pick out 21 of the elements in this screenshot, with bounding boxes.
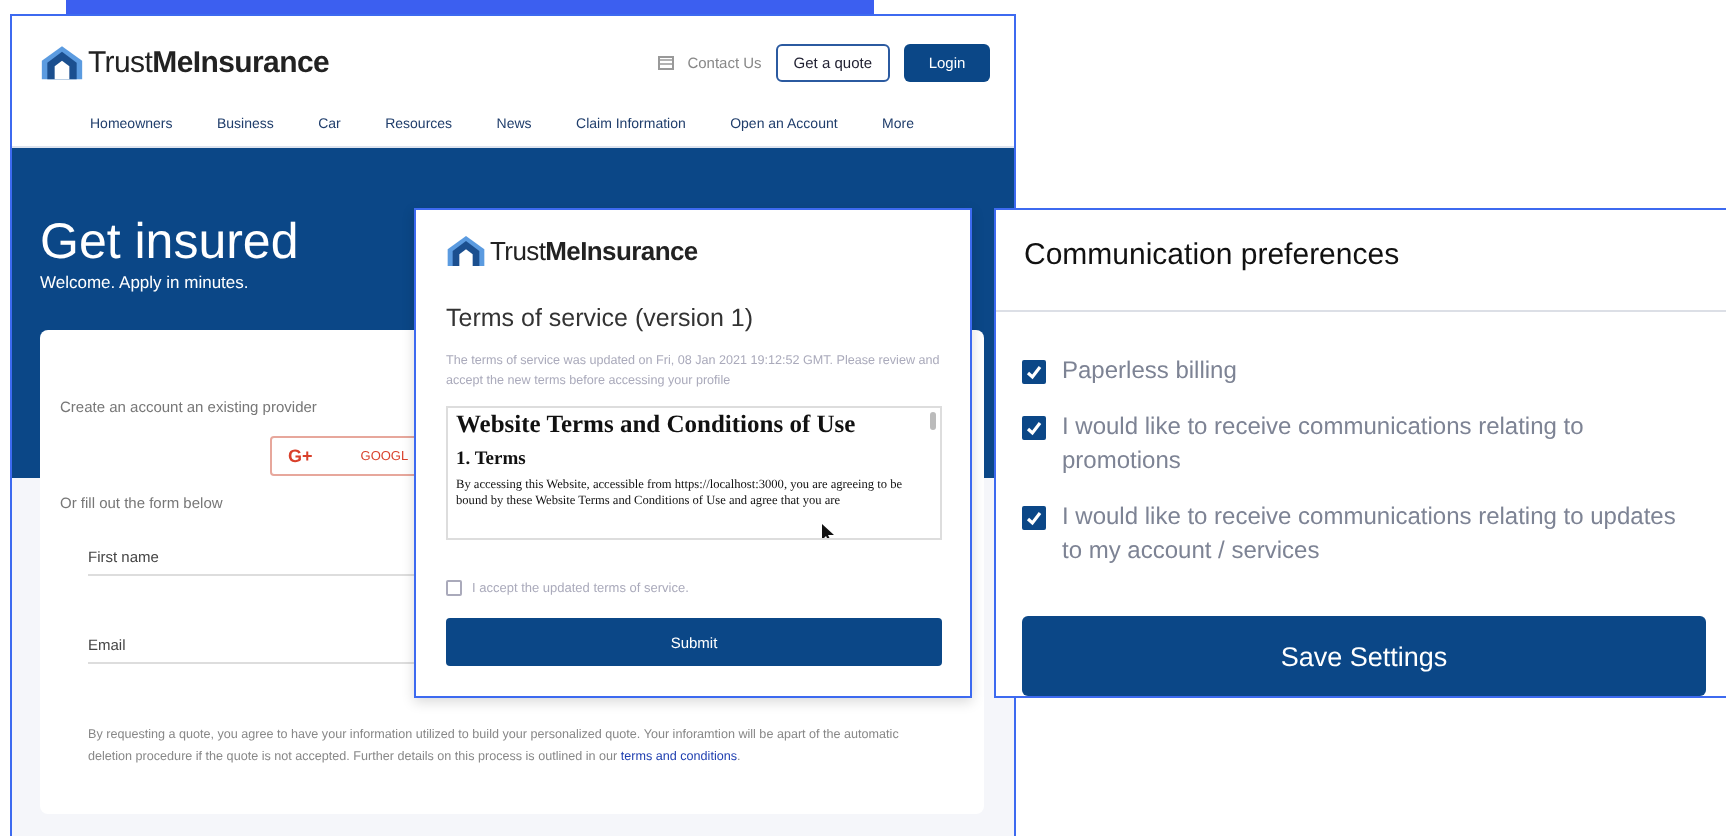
preference-label: I would like to receive communications relating to promotions: [1062, 410, 1586, 478]
dialog-title: Terms of service (version 1): [446, 304, 756, 332]
pointer-cursor-icon: [822, 524, 834, 538]
mail-icon: [657, 55, 674, 69]
preference-checkbox[interactable]: [1022, 506, 1046, 530]
house-logo-icon: [40, 43, 84, 81]
save-button[interactable]: Save Settings: [1022, 616, 1706, 696]
terms-document[interactable]: [446, 406, 942, 540]
hero-title: Get insured: [40, 214, 299, 270]
house-logo-icon: [446, 234, 486, 268]
preference-label: Paperless billing: [1062, 354, 1237, 388]
accept-checkbox[interactable]: [446, 580, 462, 596]
brand-logo: TrustMeInsurance: [490, 236, 698, 266]
hero-subtitle: Welcome. Apply in minutes.: [40, 272, 249, 292]
panel-title: Communication preferences: [996, 210, 1726, 312]
brand-logo: TrustMeInsurance: [88, 45, 330, 79]
preference-checkbox[interactable]: [1022, 360, 1046, 384]
preference-checkbox[interactable]: [1022, 416, 1046, 440]
scrollbar-thumb[interactable]: [930, 412, 936, 430]
document-heading: Website Terms and Conditions of Use: [456, 410, 858, 440]
preference-label: I would like to receive communications relating to updates to my account / services: [1062, 500, 1678, 568]
